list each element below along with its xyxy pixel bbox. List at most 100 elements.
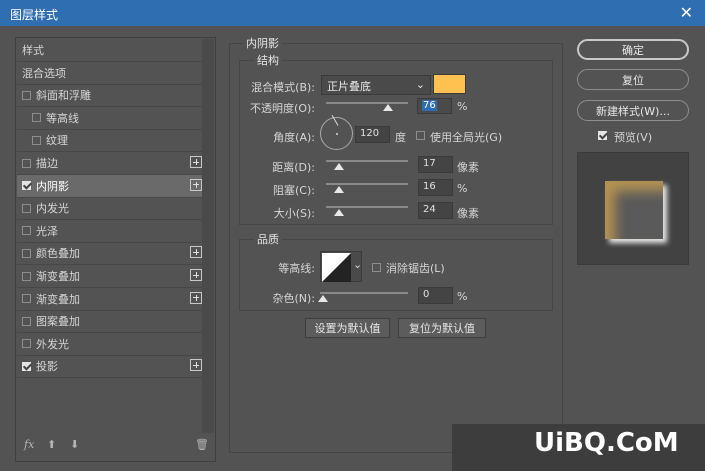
close-icon[interactable]: ✕ [680,3,693,22]
style-item-checkbox[interactable] [22,248,31,258]
window-title: 图层样式 [10,8,59,22]
style-item-checkbox[interactable] [22,339,31,349]
style-item[interactable]: 样式 [17,39,205,62]
blend-mode-label: 混合模式(B): [251,81,315,94]
fx-icon[interactable]: fx [24,438,34,451]
antialias-checkbox[interactable] [372,263,381,272]
style-item[interactable]: 内发光 [17,197,205,221]
style-item-label: 斜面和浮雕 [36,89,91,103]
style-item-checkbox[interactable] [22,181,31,191]
angle-needle [331,114,339,126]
trash-icon[interactable]: 🗑 [195,438,209,451]
add-effect-icon[interactable] [190,156,202,168]
style-item[interactable]: 投影 [17,355,205,379]
style-item[interactable]: 光泽 [17,220,205,243]
style-item[interactable]: 外发光 [17,333,205,356]
distance-label: 距离(D): [272,161,315,174]
style-list-panel: 样式 混合选项 斜面和浮雕 等高线 纹理 描边 内阴影 内发光 光泽 颜色叠加 渐变叠加 渐变叠加 图案… [15,37,216,462]
add-effect-icon[interactable] [190,359,202,372]
add-effect-icon[interactable] [190,291,202,304]
title-bar [0,0,705,26]
choke-label: 阻塞(C): [273,184,315,197]
chevron-down-icon: ⌄ [353,258,363,271]
opacity-field[interactable]: 76 [417,98,452,114]
global-light-checkbox[interactable] [416,131,425,140]
distance-field[interactable]: 17 [418,156,453,173]
style-item-label: 投影 [36,360,58,374]
style-item[interactable]: 等高线 [17,107,215,130]
reset-default-button[interactable]: 复位为默认值 [398,318,486,338]
shadow-color-swatch[interactable] [433,74,466,94]
choke-field[interactable]: 16 [418,179,453,196]
opacity-value: 76 [422,100,437,111]
angle-dial[interactable] [320,114,353,150]
style-item[interactable]: 描边 [17,152,205,175]
style-item-label: 描边 [36,157,58,170]
style-item-label: 图案叠加 [36,315,80,329]
style-item-label: 颜色叠加 [36,247,80,261]
distance-slider-track[interactable] [326,160,408,162]
opacity-slider-track[interactable] [326,102,408,104]
size-slider-thumb[interactable] [334,209,344,216]
contour-picker[interactable]: ⌄ [320,251,362,282]
choke-slider-thumb[interactable] [334,186,344,193]
style-item[interactable]: 纹理 [17,129,215,153]
style-item-checkbox[interactable] [22,316,31,326]
angle-field[interactable]: 120 [355,126,390,143]
style-item-label: 样式 [22,44,44,57]
style-item-label: 纹理 [46,134,68,148]
size-label: 大小(S): [273,207,315,220]
style-item[interactable]: 混合选项 [17,62,205,85]
new-style-button[interactable]: 新建样式(W)... [577,100,689,121]
style-item-checkbox[interactable] [22,203,31,213]
contour-preview [322,253,351,282]
style-item-checkbox[interactable] [22,158,31,168]
set-default-button[interactable]: 设置为默认值 [305,318,390,338]
style-item-checkbox[interactable] [22,271,31,281]
style-item[interactable]: 斜面和浮雕 [17,84,205,108]
add-effect-icon[interactable] [190,246,202,259]
angle-center [336,133,338,135]
preview-label: 预览(V) [614,131,653,144]
style-item-label: 渐变叠加 [36,270,80,283]
blend-mode-value: 正片叠底 [327,80,371,93]
preview-checkbox[interactable] [598,131,607,140]
style-list-scrollbar[interactable] [202,39,214,433]
move-down-icon[interactable]: ⬇ [70,438,79,451]
style-item-checkbox[interactable] [32,135,41,145]
style-preview [577,152,689,265]
size-slider-track[interactable] [326,206,408,208]
choke-unit: % [457,182,468,195]
style-item-checkbox[interactable] [22,90,31,100]
antialias-label: 消除锯齿(L) [386,262,445,275]
style-item[interactable]: 内阴影 [17,174,205,198]
noise-slider-track[interactable] [320,292,408,294]
style-item[interactable]: 颜色叠加 [17,242,205,266]
blend-mode-select[interactable]: 正片叠底 ⌄ [321,75,431,95]
style-item-label: 外发光 [36,337,69,351]
choke-slider-track[interactable] [326,183,408,185]
angle-label: 角度(A): [273,131,315,144]
move-up-icon[interactable]: ⬆ [47,438,56,451]
style-item-checkbox[interactable] [22,226,31,236]
style-item-checkbox[interactable] [22,294,31,304]
style-item[interactable]: 渐变叠加 [17,265,205,288]
size-field[interactable]: 24 [418,202,453,219]
style-item-checkbox[interactable] [32,113,41,123]
ok-button[interactable]: 确定 [577,39,689,60]
preview-thumbnail [605,181,663,239]
distance-slider-thumb[interactable] [334,163,344,170]
style-item-checkbox[interactable] [22,361,31,371]
add-effect-icon[interactable] [190,178,202,191]
structure-title: 结构 [254,52,282,68]
reset-button[interactable]: 复位 [577,69,689,90]
opacity-slider-thumb[interactable] [383,104,393,111]
add-effect-icon[interactable] [190,269,202,281]
style-item[interactable]: 图案叠加 [17,310,205,334]
opacity-unit: % [457,100,468,113]
noise-slider-thumb[interactable] [318,295,328,302]
section-title: 内阴影 [243,35,282,51]
contour-label: 等高线: [278,262,315,275]
style-item[interactable]: 渐变叠加 [17,288,205,311]
noise-field[interactable]: 0 [418,287,453,304]
